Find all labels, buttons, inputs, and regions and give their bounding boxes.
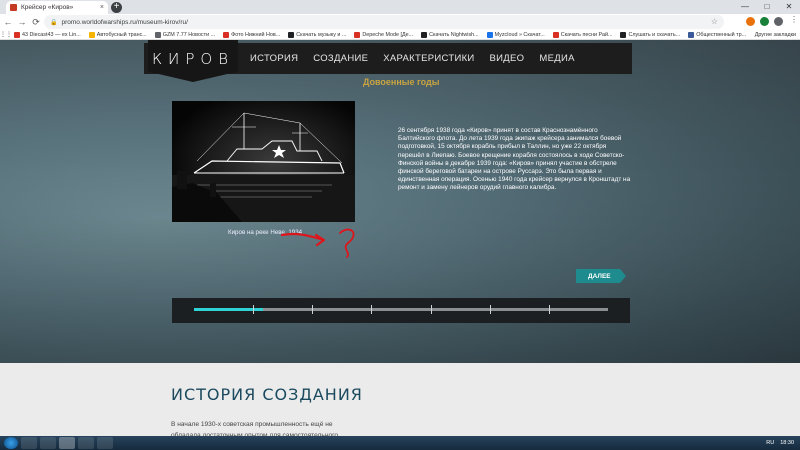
- bookmark-label: Слушать и скачать...: [628, 31, 681, 38]
- section-body-text: 26 сентября 1938 года «Киров» принят в с…: [398, 127, 631, 192]
- bookmark-star-icon[interactable]: ☆: [711, 17, 718, 26]
- apps-icon[interactable]: ⋮⋮: [0, 31, 12, 38]
- browser-tab[interactable]: Крейсер «Киров» ×: [6, 1, 108, 14]
- bookmark-favicon-icon: [688, 31, 695, 38]
- bookmark-label: Скачать песни Рай...: [560, 31, 613, 38]
- bookmark-favicon-icon: [14, 31, 20, 38]
- tab-title: Крейсер «Киров»: [21, 4, 74, 11]
- website-viewport: КИРОВ ИСТОРИЯ СОЗДАНИЕ ХАРАКТЕРИСТИКИ ВИ…: [0, 40, 800, 436]
- back-button[interactable]: ←: [2, 17, 14, 27]
- clock[interactable]: 18:30: [780, 440, 794, 446]
- bookmark-favicon-icon: [486, 31, 493, 38]
- bookmark-item[interactable]: Фото Нижний Нов...: [219, 31, 284, 38]
- timeline-tick[interactable]: [253, 305, 255, 314]
- timeline-tick[interactable]: [430, 305, 432, 314]
- bookmark-item[interactable]: 43 Diecast43 — ex Lin...: [10, 31, 85, 38]
- url-bar[interactable]: 🔒 promo.worldofwarships.ru/museum-kirov/…: [44, 15, 724, 29]
- other-bookmarks[interactable]: Другие закладки: [755, 30, 796, 39]
- language-indicator[interactable]: RU: [766, 440, 774, 446]
- bookmark-label: Depeche Mode [Де...: [362, 31, 414, 38]
- nav-media[interactable]: МЕДИА: [539, 53, 574, 64]
- bookmark-item[interactable]: Общественный тр...: [684, 31, 750, 38]
- bookmark-favicon-icon: [354, 31, 361, 38]
- app-taskbar-icon[interactable]: [97, 437, 113, 449]
- timeline-tick[interactable]: [548, 305, 550, 314]
- browser-tabstrip: Крейсер «Киров» × + — □ ✕: [0, 0, 800, 14]
- bookmark-favicon-icon: [421, 31, 428, 38]
- history-heading: ИСТОРИЯ СОЗДАНИЯ: [171, 385, 363, 404]
- reload-button[interactable]: ⟳: [30, 17, 42, 28]
- new-tab-button[interactable]: +: [111, 2, 122, 13]
- timeline-tick[interactable]: [312, 305, 314, 314]
- nav-video[interactable]: ВИДЕО: [490, 53, 525, 64]
- lock-icon: 🔒: [50, 19, 58, 26]
- profile-avatar[interactable]: [774, 17, 783, 26]
- site-navigation: КИРОВ ИСТОРИЯ СОЗДАНИЕ ХАРАКТЕРИСТИКИ ВИ…: [144, 40, 632, 82]
- forward-button[interactable]: →: [16, 17, 28, 27]
- bookmark-label: GZM 7.77 Новости ...: [162, 31, 216, 38]
- nav-creation[interactable]: СОЗДАНИЕ: [313, 53, 368, 64]
- bookmark-label: Myzcloud » Скачат...: [494, 31, 545, 38]
- history-section: ИСТОРИЯ СОЗДАНИЯ В начале 1930-х советск…: [0, 363, 800, 436]
- bookmark-item[interactable]: Скачать песни Рай...: [549, 31, 617, 38]
- bookmark-favicon-icon: [154, 31, 161, 38]
- bookmark-favicon-icon: [288, 31, 295, 38]
- explorer-taskbar-icon[interactable]: [21, 437, 37, 449]
- tab-close-icon[interactable]: ×: [100, 4, 104, 11]
- timeline-track[interactable]: [194, 305, 608, 314]
- window-controls: — □ ✕: [734, 0, 800, 14]
- next-button[interactable]: ДАЛЕЕ: [576, 269, 626, 283]
- app-taskbar-icon[interactable]: [78, 437, 94, 449]
- media-taskbar-icon[interactable]: [40, 437, 56, 449]
- bookmark-favicon-icon: [620, 31, 627, 38]
- windows-taskbar: RU 18:30: [0, 436, 800, 450]
- bookmark-favicon-icon: [88, 31, 95, 38]
- start-button[interactable]: [4, 437, 18, 449]
- nav-characteristics[interactable]: ХАРАКТЕРИСТИКИ: [383, 53, 474, 64]
- bookmark-label: Фото Нижний Нов...: [231, 31, 281, 38]
- site-favicon-icon: [10, 4, 17, 11]
- extension-icon[interactable]: [746, 17, 755, 26]
- bookmarks-bar: ⋮⋮ 43 Diecast43 — ex Lin... Автобусный тр…: [0, 30, 800, 40]
- bookmark-label: Общественный тр...: [696, 31, 747, 38]
- bookmark-item[interactable]: GZM 7.77 Новости ...: [151, 31, 219, 38]
- timeline-tick[interactable]: [371, 305, 373, 314]
- bookmark-item[interactable]: Автобусный транс...: [85, 31, 151, 38]
- timeline-slider[interactable]: [172, 298, 630, 323]
- maximize-button[interactable]: □: [756, 0, 778, 14]
- url-text: promo.worldofwarships.ru/museum-kirov/ru…: [61, 18, 188, 26]
- nav-history[interactable]: ИСТОРИЯ: [250, 53, 298, 64]
- red-annotation-scribble: [280, 228, 355, 258]
- minimize-button[interactable]: —: [734, 0, 756, 14]
- bookmark-item[interactable]: Скачать Nightwish...: [417, 31, 483, 38]
- bookmark-item[interactable]: Myzcloud » Скачат...: [483, 31, 549, 38]
- bookmark-item[interactable]: Скачать музыку и ...: [284, 31, 350, 38]
- bookmark-label: Скачать музыку и ...: [296, 31, 347, 38]
- ship-photo[interactable]: [172, 101, 355, 222]
- extension-icon[interactable]: [760, 17, 769, 26]
- system-tray: RU 18:30: [760, 436, 794, 450]
- bookmark-favicon-icon: [223, 31, 230, 38]
- address-toolbar: ← → ⟳ 🔒 promo.worldofwarships.ru/museum-…: [0, 14, 800, 30]
- bookmark-label: Автобусный транс...: [96, 31, 147, 38]
- menu-kebab-icon[interactable]: ⋮: [790, 15, 798, 24]
- chrome-taskbar-icon[interactable]: [59, 437, 75, 449]
- history-intro-text: В начале 1930-х советская промышленность…: [171, 421, 339, 436]
- bookmark-label: Скачать Nightwish...: [429, 31, 479, 38]
- close-window-button[interactable]: ✕: [778, 0, 800, 14]
- bookmark-item[interactable]: Depeche Mode [Де...: [350, 31, 417, 38]
- timeline-tick[interactable]: [489, 305, 491, 314]
- bookmark-item[interactable]: Слушать и скачать...: [616, 31, 684, 38]
- bookmark-label: 43 Diecast43 — ex Lin...: [22, 31, 81, 38]
- section-title: Довоенные годы: [363, 77, 440, 87]
- bookmark-favicon-icon: [552, 31, 559, 38]
